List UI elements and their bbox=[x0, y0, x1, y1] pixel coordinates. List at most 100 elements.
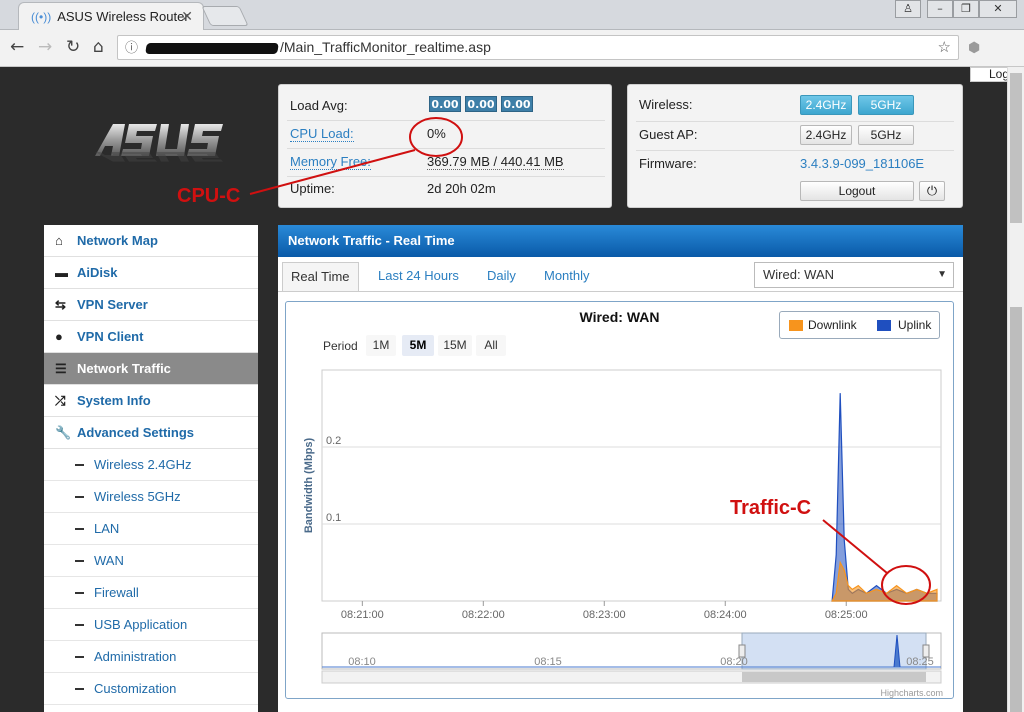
y-tick-label: 0.1 bbox=[326, 512, 341, 524]
menu-label: Network Map bbox=[77, 233, 158, 248]
menu-network-map[interactable]: ⌂ Network Map bbox=[44, 225, 258, 257]
home-browser-icon[interactable]: ⌂ bbox=[93, 37, 104, 57]
legend-uplink[interactable]: Uplink bbox=[898, 318, 931, 332]
router-favicon-icon: ((•)) bbox=[31, 9, 52, 24]
legend-downlink-swatch bbox=[789, 320, 803, 331]
forward-icon[interactable]: → bbox=[38, 37, 52, 57]
asus-logo bbox=[95, 124, 223, 162]
submenu-wireless-5[interactable]: Wireless 5GHz bbox=[44, 481, 258, 513]
uptime-value: 2d 20h 02m bbox=[427, 181, 496, 196]
interface-select-value: Wired: WAN bbox=[763, 267, 835, 282]
period-5m-button[interactable]: 5M bbox=[402, 335, 434, 356]
tab-real-time[interactable]: Real Time bbox=[282, 262, 359, 292]
minimize-icon[interactable]: – bbox=[927, 0, 953, 18]
cpu-load-value: 0% bbox=[427, 126, 446, 141]
navigator-tick-label: 08:25 bbox=[906, 656, 934, 668]
period-1m-button[interactable]: 1M bbox=[366, 335, 396, 356]
home-icon: ⌂ bbox=[55, 233, 63, 248]
navigator-handle-left bbox=[738, 644, 746, 658]
navigator-tick-label: 08:15 bbox=[534, 656, 562, 668]
submenu-administration[interactable]: Administration bbox=[44, 641, 258, 673]
interface-select[interactable]: Wired: WAN ▼ bbox=[754, 262, 954, 288]
submenu-wireless-24[interactable]: Wireless 2.4GHz bbox=[44, 449, 258, 481]
bookmark-star-icon[interactable]: ☆ bbox=[938, 36, 951, 59]
period-label: Period bbox=[323, 339, 358, 353]
swap-icon: ⇆ bbox=[55, 297, 66, 312]
y-tick-label: 0.2 bbox=[326, 435, 341, 447]
wireless-5ghz-button[interactable]: 5GHz bbox=[858, 95, 914, 115]
load-avg-5: 0.00 bbox=[465, 96, 497, 112]
logout-button[interactable]: Logout bbox=[800, 181, 914, 201]
menu-label: AiDisk bbox=[77, 265, 118, 280]
menu-aidisk[interactable]: ▬ AiDisk bbox=[44, 257, 258, 289]
submenu-usb-application[interactable]: USB Application bbox=[44, 609, 258, 641]
info-icon[interactable]: ⓘ bbox=[125, 36, 138, 59]
highcharts-credit: Highcharts.com bbox=[880, 688, 943, 698]
guest-24ghz-button[interactable]: 2.4GHz bbox=[800, 125, 852, 145]
submenu-lan[interactable]: LAN bbox=[44, 513, 258, 545]
traffic-chart[interactable]: 0.1 0.2 08:21:00 08:22:00 08:23:00 08:24:00 08… bbox=[286, 360, 953, 698]
back-icon[interactable]: ← bbox=[10, 37, 24, 57]
memory-free-link[interactable]: Memory Free: bbox=[290, 154, 371, 170]
menu-vpn-client[interactable]: ● VPN Client bbox=[44, 321, 258, 353]
menu-label: System Info bbox=[77, 393, 151, 408]
wireless-24ghz-button[interactable]: 2.4GHz bbox=[800, 95, 852, 115]
close-tab-icon[interactable]: ✕ bbox=[181, 8, 193, 25]
page-scrollbar[interactable] bbox=[1007, 67, 1024, 712]
guest-ap-label: Guest AP: bbox=[639, 127, 698, 142]
redacted-host bbox=[145, 42, 279, 54]
legend-uplink-swatch bbox=[877, 320, 891, 331]
navigator-scrollbar-thumb bbox=[742, 672, 926, 682]
load-avg-15: 0.00 bbox=[501, 96, 533, 112]
submenu-wan[interactable]: WAN bbox=[44, 545, 258, 577]
log-button[interactable]: Log bbox=[970, 67, 1010, 82]
cpu-load-link[interactable]: CPU Load: bbox=[290, 126, 354, 142]
plot-area bbox=[321, 369, 942, 602]
memory-free-value: 369.79 MB / 440.41 MB bbox=[427, 154, 564, 170]
disk-icon: ▬ bbox=[55, 265, 68, 280]
menu-label: VPN Server bbox=[77, 297, 148, 312]
submenu-firewall[interactable]: Firewall bbox=[44, 577, 258, 609]
menu-vpn-server[interactable]: ⇆ VPN Server bbox=[44, 289, 258, 321]
menu-network-traffic[interactable]: ☰ Network Traffic bbox=[44, 353, 258, 385]
profile-icon[interactable]: ♙ bbox=[895, 0, 921, 18]
system-status-panel: Load Avg: 0.00 0.00 0.00 CPU Load: 0% Me… bbox=[278, 84, 612, 208]
reload-icon[interactable]: ↻ bbox=[66, 37, 80, 57]
chart-legend: Downlink Uplink bbox=[779, 311, 940, 339]
x-tick-label: 08:25:00 bbox=[825, 609, 868, 621]
extension-icon[interactable]: ⬢ bbox=[968, 40, 980, 56]
menu-advanced-settings[interactable]: 🔧 Advanced Settings bbox=[44, 417, 258, 449]
period-15m-button[interactable]: 15M bbox=[438, 335, 472, 356]
submenu-customization[interactable]: Customization bbox=[44, 673, 258, 705]
wireless-status-panel: Wireless: 2.4GHz 5GHz Guest AP: 2.4GHz 5… bbox=[627, 84, 963, 208]
load-avg-1: 0.00 bbox=[429, 96, 461, 112]
navigator-tick-label: 08:10 bbox=[348, 656, 376, 668]
url-input[interactable]: ⓘ /Main_TrafficMonitor_realtime.asp ☆ bbox=[117, 35, 959, 60]
side-menu: ⌂ Network Map ▬ AiDisk ⇆ VPN Server ● VPN Cl… bbox=[44, 225, 258, 712]
globe-icon: ● bbox=[55, 329, 63, 344]
legend-downlink[interactable]: Downlink bbox=[808, 318, 857, 332]
x-tick-label: 08:22:00 bbox=[462, 609, 505, 621]
tab-last-24-hours[interactable]: Last 24 Hours bbox=[370, 262, 467, 292]
firmware-label: Firmware: bbox=[639, 156, 697, 171]
guest-5ghz-button[interactable]: 5GHz bbox=[858, 125, 914, 145]
power-icon[interactable]: ⏻ bbox=[919, 181, 945, 201]
load-avg-label: Load Avg: bbox=[290, 98, 348, 113]
tab-daily[interactable]: Daily bbox=[479, 262, 524, 292]
tab-monthly[interactable]: Monthly bbox=[536, 262, 598, 292]
restore-icon[interactable]: ❐ bbox=[953, 0, 979, 18]
firmware-version-link[interactable]: 3.4.3.9-099_181106E bbox=[800, 156, 924, 171]
tab-title: ASUS Wireless Router bbox=[57, 9, 189, 24]
chevron-down-icon: ▼ bbox=[937, 269, 947, 280]
uptime-label: Uptime: bbox=[290, 181, 335, 196]
cpu-annotation-label: CPU-C bbox=[177, 185, 240, 207]
menu-label: VPN Client bbox=[77, 329, 144, 344]
browser-tab[interactable]: ((•)) ASUS Wireless Router ✕ bbox=[18, 2, 204, 30]
url-path: /Main_TrafficMonitor_realtime.asp bbox=[280, 39, 491, 55]
menu-label: Network Traffic bbox=[77, 361, 171, 376]
menu-system-info[interactable]: ⤮ System Info bbox=[44, 385, 258, 417]
close-window-icon[interactable]: ✕ bbox=[979, 0, 1017, 18]
period-all-button[interactable]: All bbox=[476, 335, 506, 356]
page-title: Network Traffic - Real Time bbox=[278, 225, 963, 257]
x-tick-label: 08:24:00 bbox=[704, 609, 747, 621]
